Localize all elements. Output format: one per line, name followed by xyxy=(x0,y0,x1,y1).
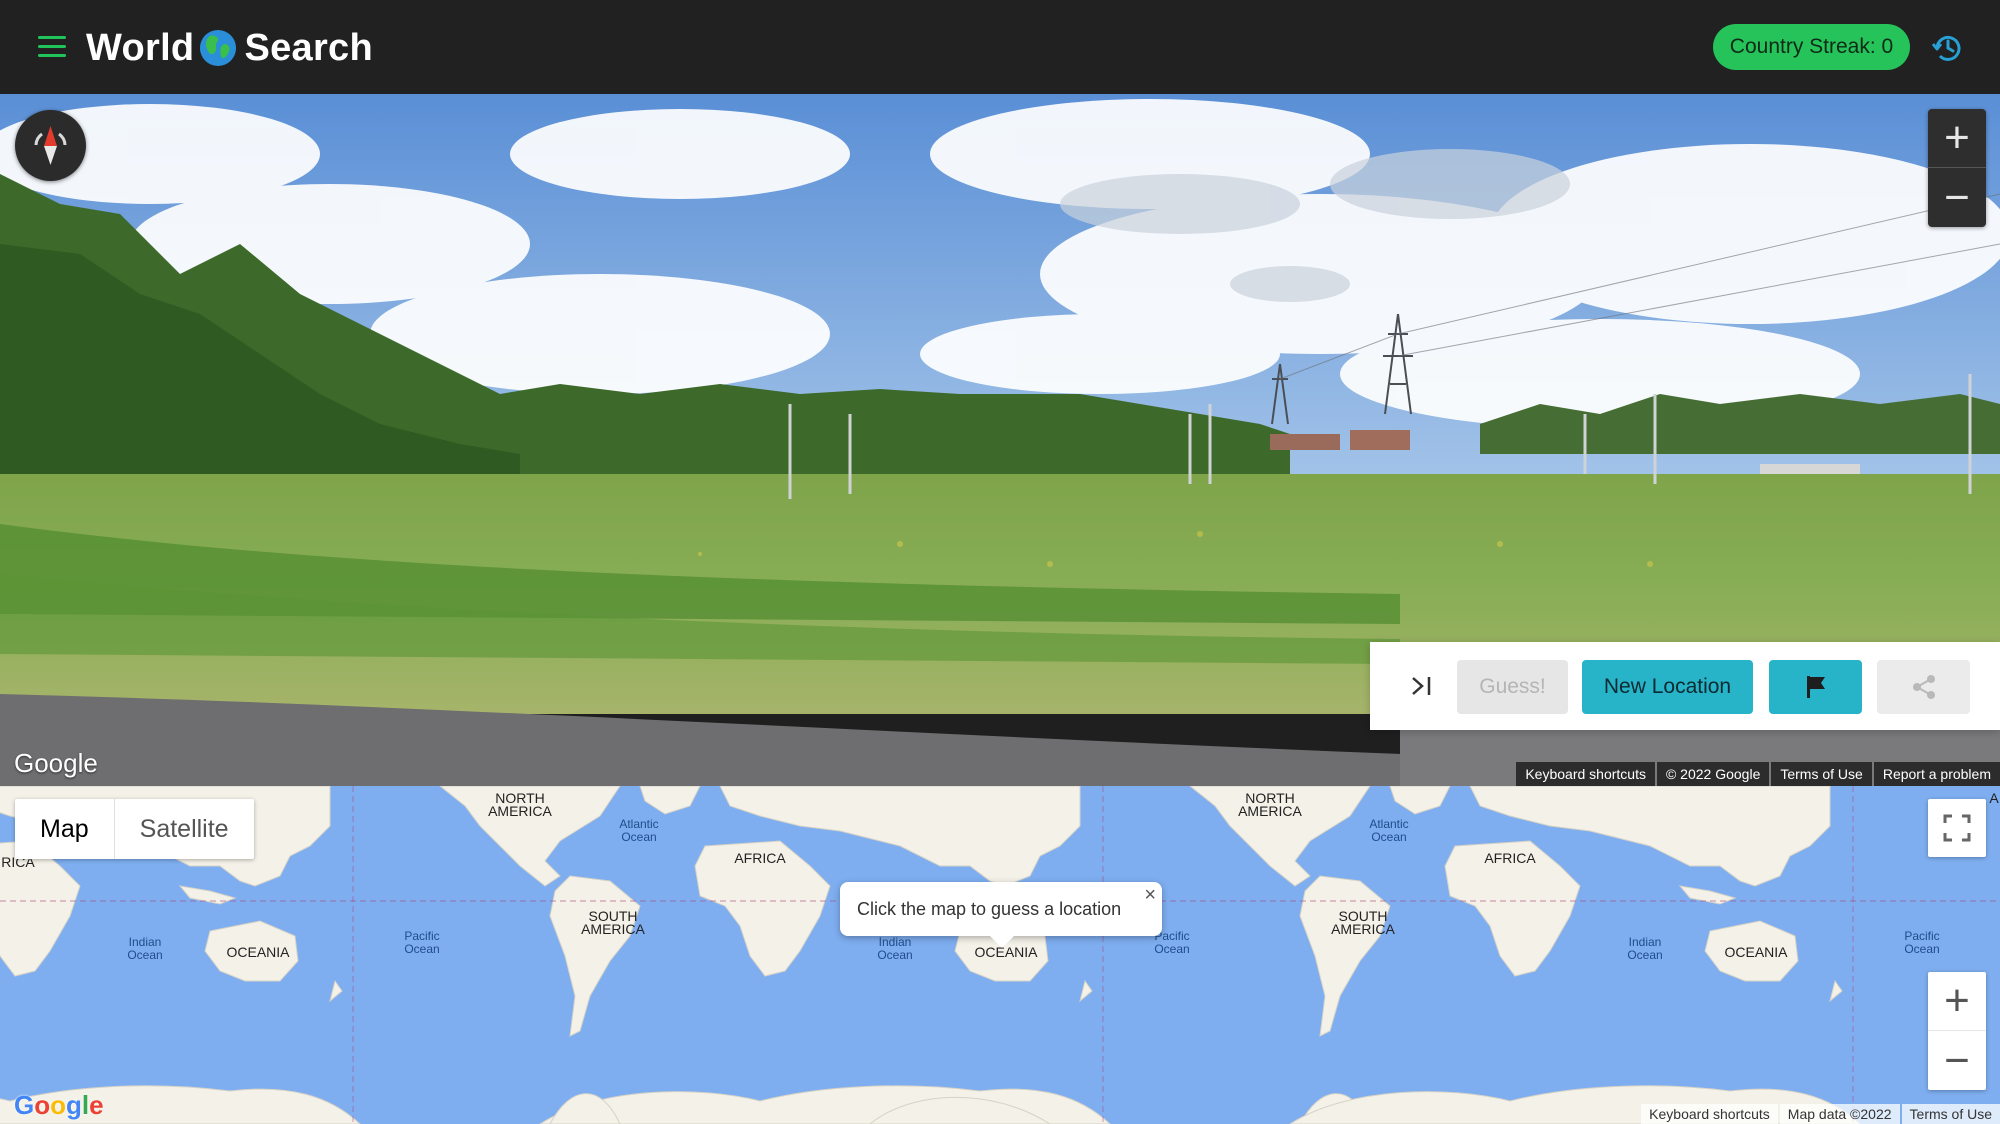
map-data-text: Map data ©2022 xyxy=(1779,1104,1900,1124)
terms-of-use-link[interactable]: Terms of Use xyxy=(1771,762,1872,786)
share-button[interactable] xyxy=(1877,660,1970,714)
globe-icon xyxy=(200,29,237,67)
map-terms-of-use-link[interactable]: Terms of Use xyxy=(1901,1104,2000,1124)
map-zoom-out-button[interactable]: − xyxy=(1928,1031,1986,1090)
keyboard-shortcuts-link[interactable]: Keyboard shortcuts xyxy=(1516,762,1655,786)
map-zoom-controls: + − xyxy=(1928,972,1986,1090)
guess-button[interactable]: Guess! xyxy=(1457,660,1568,714)
map-type-map-button[interactable]: Map xyxy=(15,799,115,859)
fullscreen-button[interactable] xyxy=(1928,799,1986,857)
street-view-footer: Keyboard shortcuts © 2022 Google Terms o… xyxy=(1514,762,2000,786)
country-streak-badge[interactable]: Country Streak: 0 xyxy=(1713,24,1910,70)
guess-hint-tooltip: Click the map to guess a location × xyxy=(840,882,1162,948)
label-a-fragment: A xyxy=(1989,790,1999,806)
label-north-america-2: NORTH AMERICA xyxy=(1238,790,1302,819)
google-logo-map[interactable]: Google xyxy=(14,1090,104,1121)
fullscreen-icon xyxy=(1943,814,1971,842)
map-keyboard-shortcuts-link[interactable]: Keyboard shortcuts xyxy=(1641,1104,1778,1124)
street-view-panorama[interactable]: + − Google Keyboard shortcuts © 2022 Goo… xyxy=(0,94,2000,786)
share-icon xyxy=(1912,675,1935,699)
tooltip-text: Click the map to guess a location xyxy=(857,898,1122,919)
map-type-satellite-button[interactable]: Satellite xyxy=(115,799,254,859)
copyright-text: © 2022 Google xyxy=(1656,762,1770,786)
new-location-button[interactable]: New Location xyxy=(1582,660,1753,714)
map-footer: Keyboard shortcuts Map data ©2022 Terms … xyxy=(1639,1104,2000,1124)
label-indian-3: Indian Ocean xyxy=(1627,935,1663,962)
compass-control[interactable] xyxy=(15,110,86,181)
app-logo[interactable]: World Search xyxy=(86,22,373,74)
label-indian-1: Indian Ocean xyxy=(127,935,163,962)
label-africa-1: AFRICA xyxy=(734,850,786,866)
street-view-zoom-in-button[interactable]: + xyxy=(1928,109,1986,168)
label-pacific-3: Pacific Ocean xyxy=(1904,929,1940,956)
street-view-zoom-controls: + − xyxy=(1928,109,1986,227)
close-icon[interactable]: × xyxy=(1144,884,1156,907)
label-pacific-1: Pacific Ocean xyxy=(404,929,440,956)
label-south-america-2: SOUTH AMERICA xyxy=(1331,908,1395,937)
logo-text-search: Search xyxy=(244,26,374,69)
hamburger-menu-icon[interactable] xyxy=(38,36,68,60)
skip-button[interactable] xyxy=(1400,664,1444,708)
skip-to-end-icon xyxy=(1412,677,1431,695)
guess-map[interactable]: NORTH AMERICA NORTH AMERICA Atlantic Oce… xyxy=(0,786,2000,1124)
street-view-zoom-out-button[interactable]: − xyxy=(1928,168,1986,227)
history-icon[interactable] xyxy=(1930,30,1966,66)
label-atlantic-1: Atlantic Ocean xyxy=(619,817,659,844)
label-indian-2: Indian Ocean xyxy=(877,935,913,962)
action-panel: Guess! New Location xyxy=(1370,642,2000,730)
label-atlantic-2: Atlantic Ocean xyxy=(1369,817,1409,844)
top-bar: World Search Country Streak: 0 xyxy=(0,0,2000,94)
logo-text-world: World xyxy=(86,26,195,69)
label-oceania-3: OCEANIA xyxy=(1724,944,1788,960)
label-north-america-1: NORTH AMERICA xyxy=(488,790,552,819)
report-flag-button[interactable] xyxy=(1769,660,1862,714)
label-oceania-1: OCEANIA xyxy=(226,944,290,960)
flag-icon xyxy=(1806,676,1825,698)
report-problem-link[interactable]: Report a problem xyxy=(1873,762,2000,786)
compass-icon xyxy=(34,126,67,165)
map-zoom-in-button[interactable]: + xyxy=(1928,972,1986,1031)
label-africa-2: AFRICA xyxy=(1484,850,1536,866)
map-type-toggle: Map Satellite xyxy=(15,799,254,859)
google-logo[interactable]: Google xyxy=(14,748,98,779)
label-south-america-1: SOUTH AMERICA xyxy=(581,908,645,937)
